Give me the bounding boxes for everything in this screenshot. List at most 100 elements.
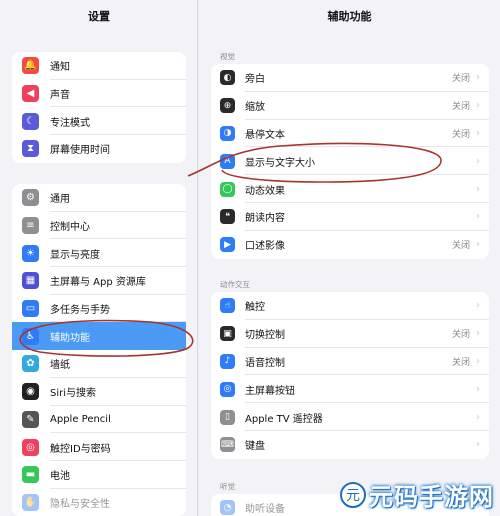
setting-row-label: 旁白: [245, 74, 265, 86]
sidebar-item-label: 多任务与手势: [50, 305, 110, 317]
chevron-right-icon: ›: [476, 355, 480, 367]
text-size-icon: A: [220, 153, 235, 169]
chevron-right-icon: ›: [476, 439, 480, 451]
sidebar-item-label: 控制中心: [50, 222, 90, 234]
setting-row-value: 关闭: [451, 74, 470, 85]
setting-row-hover-text[interactable]: ◑ 悬停文本 关闭 ›: [211, 120, 489, 148]
chevron-right-icon: ›: [476, 211, 480, 223]
zoom-icon: ⊕: [220, 98, 235, 114]
speaker-icon: ◀: [22, 85, 39, 103]
chevron-right-icon: ›: [476, 72, 480, 84]
setting-row-voice-control[interactable]: ♪ 语音控制 关闭 ›: [211, 348, 489, 376]
sidebar-item-label: Apple Pencil: [50, 413, 111, 425]
setting-row-label: 触控: [245, 302, 265, 314]
sidebar-item-hourglass[interactable]: ⧗ 屏幕使用时间: [12, 135, 186, 163]
chevron-right-icon: ›: [476, 100, 480, 112]
sidebar-item-label: 隐私与安全性: [50, 498, 110, 510]
hourglass-icon: ⧗: [22, 140, 39, 158]
setting-row-label: 切换控制: [245, 330, 285, 342]
voiceover-icon: ◐: [220, 70, 235, 86]
moon-icon: ☾: [22, 112, 39, 130]
settings-sidebar: 设置 🔔 通知 ◀ 声音 ☾ 专注模式 ⧗ 屏幕使用时间 ⚙ 通用 ≡ 控制中心 ☀ 显示与亮度 ▦ 主屏幕…: [0, 0, 198, 516]
setting-row-value: 关闭: [451, 129, 470, 140]
accessibility-icon: ♿: [22, 327, 39, 345]
page-title: 辅助功能: [327, 10, 372, 23]
sun-icon: ☀: [22, 244, 39, 262]
watermark-logo-icon: 元: [340, 481, 366, 508]
voice-control-icon: ♪: [220, 353, 235, 369]
fingerprint-icon: ◎: [22, 438, 39, 456]
sidebar-item-label: 屏幕使用时间: [50, 145, 110, 157]
sidebar-item-moon[interactable]: ☾ 专注模式: [12, 107, 186, 135]
setting-row-value: 关闭: [451, 330, 470, 341]
switch-control-icon: ▣: [220, 326, 235, 342]
sidebar-item-battery[interactable]: ▬ 电池: [12, 461, 186, 489]
chevron-right-icon: ›: [476, 383, 480, 395]
sidebar-group-general: ⚙ 通用 ≡ 控制中心 ☀ 显示与亮度 ▦ 主屏幕与 App 资源库 ▭ 多任务与手势 ♿ 辅助功能 ✿…: [12, 184, 186, 516]
sidebar-item-sun[interactable]: ☀ 显示与亮度: [12, 239, 186, 267]
ear-icon: ◔: [220, 500, 235, 516]
motion-icon: ◯: [220, 181, 235, 197]
setting-row-label: Apple TV 遥控器: [245, 413, 323, 425]
vision-group: ◐ 旁白 关闭 › ⊕ 缩放 关闭 › ◑ 悬停文本 关闭 › A 显示与文字大小 › ◯ 动态效果 › ❝ 朗读内容…: [211, 64, 489, 259]
sidebar-item-label: 主屏幕与 App 资源库: [50, 277, 146, 289]
sidebar-item-grid[interactable]: ▦ 主屏幕与 App 资源库: [12, 267, 186, 295]
sidebar-item-gear[interactable]: ⚙ 通用: [12, 184, 186, 212]
setting-row-switch-control[interactable]: ▣ 切换控制 关闭 ›: [211, 320, 489, 348]
setting-row-zoom[interactable]: ⊕ 缩放 关闭 ›: [211, 92, 489, 120]
sidebar-item-label: 通用: [50, 194, 70, 206]
setting-row-keyboard[interactable]: ⌨ 键盘 ›: [211, 431, 489, 459]
setting-row-label: 口述影像: [245, 241, 285, 253]
setting-row-label: 语音控制: [245, 357, 285, 369]
sidebar-item-speaker[interactable]: ◀ 声音: [12, 80, 186, 108]
grid-icon: ▦: [22, 272, 39, 290]
setting-row-label: 缩放: [245, 102, 265, 114]
chevron-right-icon: ›: [476, 183, 480, 195]
chevron-right-icon: ›: [476, 239, 480, 251]
toggles-icon: ≡: [22, 217, 39, 235]
chevron-right-icon: ›: [476, 411, 480, 423]
siri-icon: ◉: [22, 383, 39, 401]
chevron-right-icon: ›: [476, 127, 480, 139]
setting-row-value: 关闭: [451, 102, 470, 113]
sidebar-item-accessibility[interactable]: ♿ 辅助功能: [12, 322, 186, 351]
pencil-icon: ✎: [22, 410, 39, 428]
touch-icon: ☝: [220, 298, 235, 314]
flower-icon: ✿: [22, 355, 39, 373]
setting-row-audio-description[interactable]: ▶ 口述影像 关闭 ›: [211, 231, 489, 259]
setting-row-speech[interactable]: ❝ 朗读内容 ›: [211, 203, 489, 231]
sidebar-item-flower[interactable]: ✿ 墙纸: [12, 350, 186, 378]
sidebar-item-toggles[interactable]: ≡ 控制中心: [12, 212, 186, 240]
setting-row-motion[interactable]: ◯ 动态效果 ›: [211, 175, 489, 203]
sidebar-item-hand[interactable]: ✋ 隐私与安全性: [12, 489, 186, 516]
interaction-group: ☝ 触控 › ▣ 切换控制 关闭 › ♪ 语音控制 关闭 › ◎ 主屏幕按钮 › ▯ Apple TV 遥控器…: [211, 292, 489, 459]
sidebar-item-label: 声音: [50, 90, 70, 102]
setting-row-home-button[interactable]: ◎ 主屏幕按钮 ›: [211, 375, 489, 403]
sidebar-item-label: 电池: [50, 471, 70, 483]
sidebar-item-fingerprint[interactable]: ◎ 触控ID与密码: [12, 433, 186, 461]
site-watermark: 元 元码手游网: [340, 477, 494, 512]
chevron-right-icon: ›: [476, 155, 480, 167]
setting-row-label: 动态效果: [245, 185, 285, 197]
setting-row-label: 主屏幕按钮: [245, 385, 295, 397]
sidebar-item-label: 显示与亮度: [50, 249, 100, 261]
sidebar-item-siri[interactable]: ◉ Siri与搜索: [12, 378, 186, 406]
watermark-text: 元码手游网: [369, 483, 494, 511]
sidebar-item-pencil[interactable]: ✎ Apple Pencil: [12, 406, 186, 434]
setting-row-remote[interactable]: ▯ Apple TV 遥控器 ›: [211, 403, 489, 431]
sidebar-item-bell[interactable]: 🔔 通知: [12, 52, 186, 80]
sidebar-item-label: 专注模式: [50, 117, 90, 129]
setting-row-text-size[interactable]: A 显示与文字大小 ›: [211, 147, 489, 175]
remote-icon: ▯: [220, 409, 235, 425]
audio-description-icon: ▶: [220, 237, 235, 253]
bell-icon: 🔔: [22, 57, 39, 75]
keyboard-icon: ⌨: [220, 437, 235, 453]
setting-row-voiceover[interactable]: ◐ 旁白 关闭 ›: [211, 64, 489, 92]
setting-row-touch[interactable]: ☝ 触控 ›: [211, 292, 489, 320]
section-header-interaction: 动作交互: [220, 280, 250, 289]
sidebar-item-multitask[interactable]: ▭ 多任务与手势: [12, 295, 186, 323]
setting-row-value: 关闭: [451, 241, 470, 252]
section-header-hearing: 听觉: [220, 482, 235, 491]
sidebar-item-label: Siri与搜索: [50, 388, 97, 400]
sidebar-title: 设置: [88, 10, 110, 23]
